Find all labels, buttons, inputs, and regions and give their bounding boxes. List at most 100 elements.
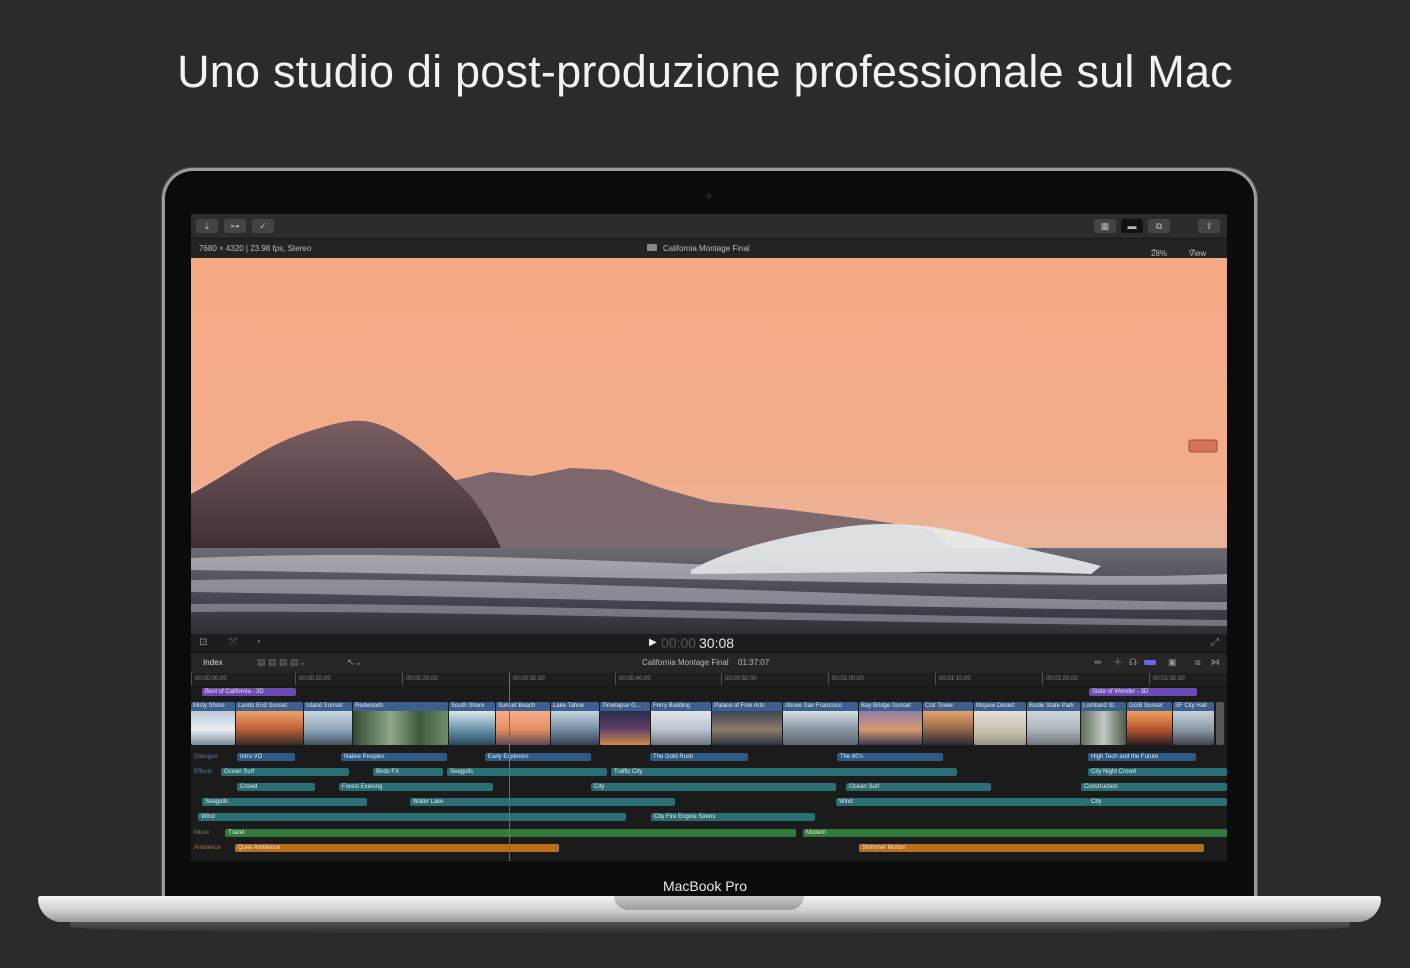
clip-thumbnail — [236, 711, 303, 745]
video-clip[interactable]: Island Sunset — [304, 702, 352, 745]
checkmark-icon: ✓ — [259, 221, 267, 231]
video-clip[interactable]: Redwoods — [353, 702, 448, 745]
clip-name: Mojave Desert — [974, 702, 1026, 711]
headphones-icon[interactable]: ☊ — [1129, 657, 1137, 668]
video-viewer[interactable] — [191, 258, 1227, 634]
video-clip[interactable]: Lombard St. — [1081, 702, 1126, 745]
video-clip[interactable]: SF City Hall — [1173, 702, 1214, 745]
browser-toggle-button[interactable]: ▦ — [1094, 219, 1116, 233]
clip-name: Bodie State Park — [1027, 702, 1080, 711]
transitions-browser-icon[interactable]: ⋈ — [1211, 657, 1220, 668]
dialogue-clip[interactable]: Native Peoples — [341, 753, 447, 761]
effects-clip[interactable]: Construction — [1081, 783, 1227, 791]
timeline[interactable]: Best of California - 3D State of Wonder … — [191, 685, 1227, 861]
dialogue-clip[interactable]: The 60's — [837, 753, 943, 761]
video-clip[interactable]: Lake Tahoe — [551, 702, 599, 745]
timeline-ruler[interactable]: 00:00:00:00 00:00:10:00 00:00:20:00 00:0… — [191, 673, 1227, 685]
role-label: Effects — [194, 769, 213, 775]
clip-thumbnail — [1081, 711, 1126, 745]
inspector-toggle-button[interactable]: ⧉ — [1148, 219, 1170, 233]
video-clip[interactable]: Misty Shore — [191, 702, 235, 745]
ruler-tick: 00:01:20:00 — [1042, 673, 1078, 685]
music-clip[interactable]: Travel — [225, 829, 796, 837]
effects-clip[interactable]: Traffic City — [611, 768, 957, 776]
effects-clip[interactable]: Wind — [836, 798, 1088, 806]
solo-icon[interactable] — [1144, 660, 1156, 665]
import-button[interactable]: ⇣ — [196, 219, 218, 233]
timeline-header: Index ▤ ▤ ▤ ▤⌄ ↖⌄ California Montage Fin… — [191, 652, 1227, 673]
timeline-icon: ▬ — [1127, 221, 1137, 231]
ruler-tick: 00:00:30:00 — [509, 673, 545, 685]
dialogue-clip[interactable]: Early Explorers — [485, 753, 591, 761]
effects-clip[interactable]: Forest Evening — [339, 783, 493, 791]
effects-clip[interactable]: Seagulls — [202, 798, 367, 806]
clip-thumbnail — [783, 711, 858, 745]
effects-clip[interactable]: Crowd — [237, 783, 315, 791]
append-clip-icon[interactable]: ▤ ▤ ▤ ▤⌄ — [257, 657, 306, 668]
video-clip[interactable]: South Shore — [449, 702, 495, 745]
title-clip[interactable]: State of Wonder - 3D — [1089, 688, 1197, 696]
view-menu[interactable]: View ⌄ — [1189, 244, 1206, 258]
clip-name: Timelapse G... — [600, 702, 650, 711]
viewer-info-bar: 7680 × 4320 | 23.98 fps, Stereo Californ… — [191, 239, 1227, 258]
video-clip[interactable]: Coit Tower — [923, 702, 973, 745]
device-label: MacBook Pro — [662, 878, 748, 894]
effects-clip[interactable]: Wind — [198, 813, 626, 821]
clip-name: Misty Shore — [191, 702, 235, 711]
snapping-icon[interactable]: ✛ — [1114, 657, 1122, 668]
index-button[interactable]: Index — [203, 658, 223, 667]
video-clip[interactable]: Sunset Beach — [496, 702, 550, 745]
video-clip[interactable]: Mojave Desert — [974, 702, 1026, 745]
play-icon[interactable]: ▶ — [649, 637, 657, 648]
video-clip[interactable]: Timelapse G... — [600, 702, 650, 745]
skimming-icon[interactable]: ⇹ — [1094, 657, 1102, 668]
zoom-menu[interactable]: 28% ⌄ — [1151, 244, 1167, 258]
effects-clip[interactable]: Water Lake — [410, 798, 675, 806]
clip-appearance-icon[interactable]: ▣ — [1168, 657, 1177, 668]
dialogue-clip[interactable]: High Tech and the Future — [1088, 753, 1196, 761]
effects-clip[interactable]: City Night Crowd — [1088, 768, 1227, 776]
timeline-duration: 01:37:07 — [738, 658, 770, 667]
ruler-tick: 00:01:00:00 — [828, 673, 864, 685]
laptop-shadow — [70, 920, 1350, 934]
select-tool-icon[interactable]: ↖⌄ — [347, 657, 362, 668]
timecode-display: 30:08 — [699, 635, 735, 651]
ambience-clip[interactable]: Shimmer Motion — [859, 844, 1204, 852]
share-button[interactable]: ⇪ — [1198, 219, 1220, 233]
transform-icon[interactable]: ⊡ — [199, 637, 207, 648]
playhead[interactable] — [509, 673, 510, 861]
effects-clip[interactable]: Ocean Surf — [221, 768, 349, 776]
title-clip[interactable]: Best of California - 3D — [202, 688, 296, 696]
video-clip[interactable]: Above San Francisco — [783, 702, 858, 745]
ambience-clip[interactable]: Quiet Ambience — [235, 844, 559, 852]
keywords-button[interactable]: ⊶ — [224, 219, 246, 233]
dialogue-clip[interactable]: The Gold Rush — [650, 753, 748, 761]
video-clip[interactable]: Bay Bridge Sunset — [859, 702, 922, 745]
key-icon: ⊶ — [230, 221, 240, 231]
effects-clip[interactable]: Seagulls — [447, 768, 607, 776]
effects-clip[interactable]: City — [1088, 798, 1227, 806]
dialogue-clip[interactable]: Intro VO — [237, 753, 295, 761]
video-clip[interactable]: Ferry Building — [651, 702, 711, 745]
effects-clip[interactable]: Ocean Surf — [846, 783, 991, 791]
effects-clip[interactable]: City — [591, 783, 836, 791]
grid-icon: ▦ — [1100, 221, 1110, 231]
clip-name: Above San Francisco — [783, 702, 858, 711]
video-clip[interactable]: Palace of Fine Arts — [712, 702, 782, 745]
effects-clip[interactable]: City Fire Engine Sirens — [651, 813, 815, 821]
clip-thumbnail — [859, 711, 922, 745]
video-clip[interactable]: GGB Sunset — [1127, 702, 1172, 745]
video-clip[interactable]: Bodie State Park — [1027, 702, 1080, 745]
music-clip[interactable]: Modern — [803, 829, 1227, 837]
background-tasks-button[interactable]: ✓ — [252, 219, 274, 233]
speed-icon[interactable]: ◔ — [255, 637, 261, 648]
fullscreen-icon[interactable]: ⤢ — [1211, 637, 1219, 648]
ruler-tick: 00:00:40:00 — [615, 673, 651, 685]
crop-icon[interactable]: ⤧ — [229, 637, 237, 648]
effects-clip[interactable]: Birds FX — [373, 768, 443, 776]
video-clip[interactable]: Lands End Sunset — [236, 702, 303, 745]
timeline-scrollbar[interactable] — [1216, 702, 1224, 745]
timeline-toggle-button[interactable]: ▬ — [1121, 219, 1143, 233]
ruler-tick: 00:00:20:00 — [402, 673, 438, 685]
effects-browser-icon[interactable]: ⧈ — [1195, 657, 1201, 668]
